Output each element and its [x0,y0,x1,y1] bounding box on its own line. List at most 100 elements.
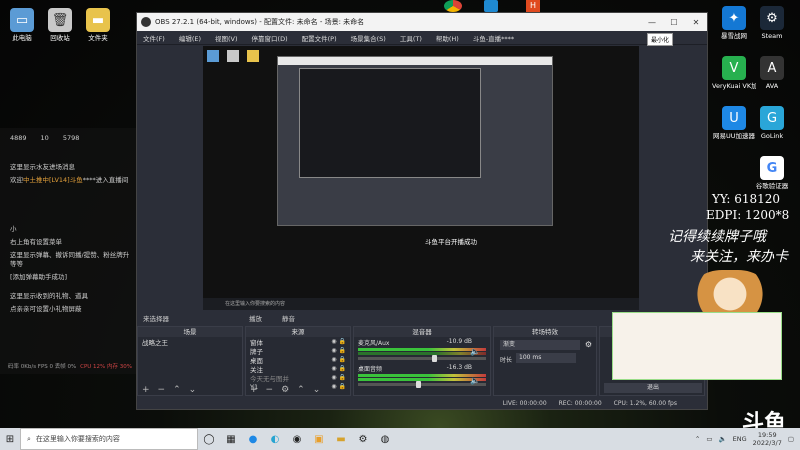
menu-view[interactable]: 视图(V) [215,33,238,43]
menu-file[interactable]: 文件(F) [143,33,165,43]
obs-preview-canvas[interactable]: 斗鱼平台开播成功 在这里输入你要搜索的内容 [203,46,639,310]
settings-icon[interactable]: ⚙ [352,428,374,450]
transitions-dock: 转场特效 渐变 ⚙ 时长 100 ms [493,326,597,396]
desktop-icon-golink[interactable]: G GoLink [750,106,794,140]
visibility-icon[interactable]: ◉ 🔒 [331,338,346,345]
chat-line: 这里显示水友进场消息 [10,163,75,171]
taskbar-search-placeholder: 在这里输入你要搜索的内容 [35,435,120,443]
chat-line: [添加弹幕助手成功] [10,273,68,281]
preview-nested-titlebar [278,57,552,65]
menu-douyu[interactable]: 斗鱼-直播**** [473,33,514,43]
remove-icon[interactable]: − [266,385,274,395]
search-icon: ⌕ [27,434,31,443]
chat-footer-bitrate: 码率 0Kb/s FPS 0 丢帧 0% [8,364,77,370]
edpi-text: EDPI: 1200*8 [706,208,790,222]
visibility-icon[interactable]: ◉ 🔒 [331,365,346,372]
scene-item[interactable]: 战略之王 [138,337,242,347]
desktop-icon-folder[interactable]: ▬ 文件夹 [76,8,120,42]
volume-icon[interactable]: 🔈 [719,435,727,443]
yy-id-text: YY: 618120 [712,192,781,206]
volume-slider-knob[interactable] [415,381,421,388]
menu-scene-collection[interactable]: 场景集合(S) [351,33,386,43]
exit-button[interactable]: 退出 [604,383,702,393]
app-h-icon[interactable]: H [526,0,540,12]
mute-button[interactable]: 静音 [282,313,295,323]
gear-icon[interactable]: ⚙ [585,340,592,349]
gear-icon[interactable]: ⚙ [281,385,289,395]
menu-docks[interactable]: 停靠窗口(D) [252,33,288,43]
slogan-line-1: 记得续续牌子哦 [668,229,766,245]
obs-taskbar-icon[interactable]: ◉ [286,428,308,450]
move-down-icon[interactable]: ⌄ [189,385,197,395]
taskbar-search[interactable]: ⌕ 在这里输入你要搜索的内容 [20,428,198,450]
desktop-icon-google-auth[interactable]: G 谷歌验证器 [750,156,794,190]
menu-edit[interactable]: 编辑(E) [179,33,201,43]
chat-line: 小 [10,225,17,233]
steam-icon[interactable]: ◍ [374,428,396,450]
files-icon[interactable]: ▦ [220,428,242,450]
add-icon[interactable]: + [250,385,258,395]
computer-icon: ▭ [10,8,34,32]
desktop-icon-label: 文件夹 [88,34,108,42]
drawing-sticker [612,312,782,380]
transition-duration-input[interactable]: 100 ms [516,353,576,363]
folder-icon[interactable]: ▬ [330,428,352,450]
menu-profile[interactable]: 配置文件(P) [302,33,337,43]
source-selector-label[interactable]: 来选择器 [143,313,169,323]
move-up-icon[interactable]: ⌃ [297,385,305,395]
store-icon[interactable]: ● [242,428,264,450]
chat-footer-cpu: CPU 12% 内存 30% [80,364,132,370]
scenes-dock-title: 场景 [138,327,242,337]
transition-select[interactable]: 渐变 [500,340,580,350]
source-item[interactable]: 今天无与图并 ◉ 🔒 [246,373,350,383]
chat-line: 右上角有设置菜单 [10,238,62,246]
desktop-icon-steam[interactable]: ⚙ Steam [750,6,794,40]
chat-stats: 4889 10 5798 [0,128,140,145]
chrome-icon[interactable] [444,0,462,12]
speaker-icon[interactable]: 🔈 [470,347,480,356]
visibility-icon[interactable]: ◉ 🔒 [331,356,346,363]
visibility-icon[interactable]: ◉ 🔒 [331,347,346,354]
recycle-bin-icon: 🗑 [48,8,72,32]
menu-help[interactable]: 帮助(H) [436,33,459,43]
speaker-icon[interactable]: 🔈 [470,376,480,385]
clock[interactable]: 19:59 2022/3/7 [753,431,782,447]
tray-overflow-icon[interactable]: ⌃ [695,435,700,443]
volume-slider[interactable] [358,381,486,388]
edge-icon[interactable]: ◐ [264,428,286,450]
network-icon[interactable]: ▭ [706,435,712,443]
danmaku-panel: 4889 10 5798 这里显示水友进场消息 欢迎中土推中[LV14]斗鱼**… [0,128,140,374]
mixer-channel-name: 桌面音频 [358,366,383,373]
preview-notice: 斗鱼平台开播成功 [425,238,477,246]
visibility-icon[interactable]: ◉ 🔒 [331,374,346,381]
volume-slider[interactable] [358,355,486,362]
preview-desktop-icons [207,50,259,62]
live-status: LIVE: 00:00:00 [502,399,547,407]
menu-tools[interactable]: 工具(T) [400,33,422,43]
steam-icon: ⚙ [760,6,784,30]
desktop-icon-ava[interactable]: A AVA [750,56,794,90]
play-button[interactable]: 播放 [249,313,262,323]
move-up-icon[interactable]: ⌃ [173,385,181,395]
obs-statusbar: LIVE: 00:00:00 REC: 00:00:00 CPU: 1.2%, … [137,397,707,409]
mixer-channel-name: 麦克风/Aux [358,340,390,347]
language-indicator[interactable]: ENG [733,435,747,443]
move-down-icon[interactable]: ⌄ [313,385,321,395]
minimize-button[interactable]: — [641,13,663,31]
game-icon[interactable]: ▣ [308,428,330,450]
close-button[interactable]: ✕ [685,13,707,31]
golink-icon: G [760,106,784,130]
mixer-channel-db: -10.9 dB [446,338,472,345]
volume-slider-knob[interactable] [432,355,438,362]
notification-icon[interactable]: ▢ [788,435,794,443]
remove-icon[interactable]: − [158,385,166,395]
windows-taskbar: ⊞ ⌕ 在这里输入你要搜索的内容 ◯ ▦ ● ◐ ◉ ▣ ▬ ⚙ ◍ ⌃ ▭ 🔈… [0,428,800,450]
obs-titlebar[interactable]: OBS 27.2.1 (64-bit, windows) - 配置文件: 未命名… [137,13,707,31]
task-view-icon[interactable]: ◯ [198,428,220,450]
start-button[interactable]: ⊞ [0,428,20,450]
maximize-button[interactable]: ☐ [663,13,685,31]
chat-line: 点亲亲可设置小礼物屏蔽 [10,305,82,313]
add-icon[interactable]: + [142,385,150,395]
windows-logo-icon: ⊞ [5,433,15,445]
vscode-icon[interactable] [484,0,498,12]
